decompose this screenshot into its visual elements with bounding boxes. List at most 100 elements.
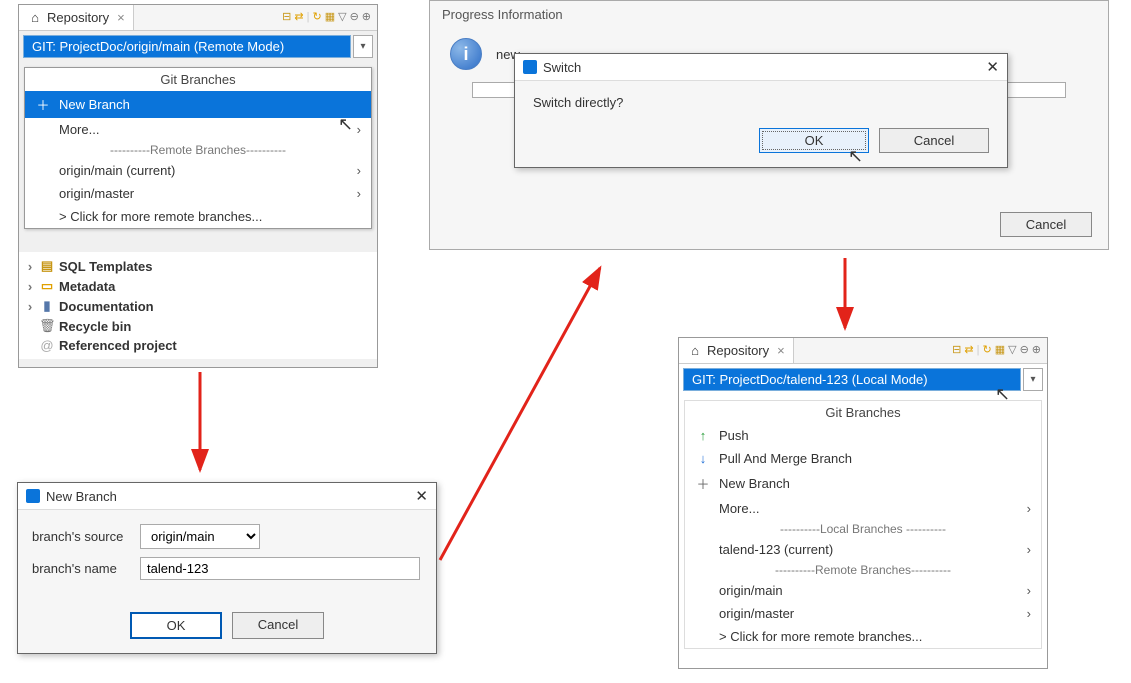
ok-button[interactable]: OK: [759, 128, 869, 153]
tab-label: Repository: [47, 10, 109, 25]
info-icon: i: [450, 38, 482, 70]
plus-icon: ＋: [695, 474, 711, 493]
collapse-icon[interactable]: ⊟: [952, 345, 961, 356]
close-icon[interactable]: ✕: [415, 487, 428, 505]
chevron-right-icon: ›: [357, 163, 361, 178]
branch-selector-row: GIT: ProjectDoc/origin/main (Remote Mode…: [19, 31, 377, 62]
menu-item-label: origin/master: [59, 186, 134, 201]
menu-item-label: More...: [719, 501, 759, 516]
dialog-title: Switch: [543, 60, 581, 75]
repository-panel-1: ⌂ Repository × ⊟ ⇄ | ↻ ▦ ▽ ⊖ ⊕ GIT: Proj…: [18, 4, 378, 368]
menu-item-label: > Click for more remote branches...: [719, 629, 922, 644]
menu-title: Git Branches: [685, 401, 1041, 424]
minimize-icon[interactable]: ⊖: [350, 12, 359, 23]
menu-remote-origin-main[interactable]: origin/main (current) ›: [25, 159, 371, 182]
list-icon[interactable]: ▦: [995, 345, 1005, 356]
git-branches-menu: Git Branches ↑ Push ↓ Pull And Merge Bra…: [684, 400, 1042, 649]
menu-more-remote[interactable]: > Click for more remote branches...: [25, 205, 371, 228]
branch-name-input[interactable]: [140, 557, 420, 580]
expander-icon[interactable]: ›: [25, 299, 35, 314]
repository-tree: ›▤SQL Templates ›▭Metadata ›▮Documentati…: [19, 252, 377, 359]
new-branch-dialog: New Branch ✕ branch's source origin/main…: [17, 482, 437, 654]
menu-remote-origin-main[interactable]: origin/main ›: [685, 579, 1041, 602]
menu-item-label: Push: [719, 428, 749, 443]
menu-new-branch[interactable]: ＋ New Branch: [685, 470, 1041, 497]
chevron-right-icon: ›: [1027, 542, 1031, 557]
menu-item-label: talend-123 (current): [719, 542, 833, 557]
menu-more-remote[interactable]: > Click for more remote branches...: [685, 625, 1041, 648]
cancel-button[interactable]: Cancel: [232, 612, 324, 639]
local-branches-header: ----------Local Branches ----------: [685, 520, 1041, 538]
chevron-right-icon: ›: [1027, 583, 1031, 598]
close-tab-icon[interactable]: ×: [777, 343, 785, 358]
sync-icon[interactable]: ⇄: [294, 12, 303, 23]
sync-icon[interactable]: ⇄: [964, 345, 973, 356]
minimize-icon[interactable]: ⊖: [1020, 345, 1029, 356]
repository-panel-2: ⌂ Repository × ⊟ ⇄ | ↻ ▦ ▽ ⊖ ⊕ GIT: Proj…: [678, 337, 1048, 669]
tab-label: Repository: [707, 343, 769, 358]
tree-documentation[interactable]: ›▮Documentation: [19, 296, 377, 316]
menu-item-label: > Click for more remote branches...: [59, 209, 262, 224]
menu-item-label: origin/master: [719, 606, 794, 621]
dropdown-toggle-button[interactable]: ▾: [353, 35, 373, 58]
down-arrow-icon: ↓: [695, 451, 711, 466]
name-label: branch's name: [32, 561, 132, 576]
tree-recycle-bin[interactable]: 🗑Recycle bin: [19, 316, 377, 336]
branch-selector[interactable]: GIT: ProjectDoc/origin/main (Remote Mode…: [23, 35, 351, 58]
tab-repository[interactable]: ⌂ Repository ×: [679, 338, 794, 363]
close-icon[interactable]: ✕: [986, 58, 999, 76]
chevron-down-icon: ▾: [1030, 374, 1035, 385]
progress-title: Progress Information: [430, 1, 1108, 28]
branch-selector[interactable]: GIT: ProjectDoc/talend-123 (Local Mode): [683, 368, 1021, 391]
menu-item-label: origin/main: [719, 583, 783, 598]
tree-metadata[interactable]: ›▭Metadata: [19, 276, 377, 296]
home-icon: ⌂: [27, 10, 43, 25]
tab-repository[interactable]: ⌂ Repository ×: [19, 5, 134, 30]
maximize-icon[interactable]: ⊕: [1032, 345, 1041, 356]
menu-more[interactable]: More... ›: [685, 497, 1041, 520]
view-menu-icon[interactable]: ▽: [1008, 345, 1016, 356]
list-icon[interactable]: ▦: [325, 12, 335, 23]
close-tab-icon[interactable]: ×: [117, 10, 125, 25]
source-label: branch's source: [32, 529, 132, 544]
collapse-icon[interactable]: ⊟: [282, 12, 291, 23]
source-select[interactable]: origin/main: [140, 524, 260, 549]
remote-branches-header: ----------Remote Branches----------: [685, 561, 1041, 579]
menu-remote-origin-master[interactable]: origin/master ›: [25, 182, 371, 205]
refresh-icon[interactable]: ↻: [312, 12, 321, 23]
chevron-right-icon: ›: [357, 122, 361, 137]
maximize-icon[interactable]: ⊕: [362, 12, 371, 23]
metadata-icon: ▭: [39, 278, 55, 294]
git-branches-menu: Git Branches ＋ New Branch More... › ----…: [24, 67, 372, 229]
menu-item-label: New Branch: [719, 476, 790, 491]
menu-push[interactable]: ↑ Push: [685, 424, 1041, 447]
menu-remote-origin-master[interactable]: origin/master ›: [685, 602, 1041, 625]
chevron-right-icon: ›: [357, 186, 361, 201]
menu-item-label: origin/main (current): [59, 163, 175, 178]
switch-dialog: Switch ✕ Switch directly? OK Cancel: [514, 53, 1008, 168]
menu-item-label: New Branch: [59, 97, 130, 112]
plus-icon: ＋: [35, 95, 51, 114]
progress-cancel-button[interactable]: Cancel: [1000, 212, 1092, 237]
chevron-right-icon: ›: [1027, 501, 1031, 516]
view-menu-icon[interactable]: ▽: [338, 12, 346, 23]
refresh-icon[interactable]: ↻: [982, 345, 991, 356]
menu-more[interactable]: More... ›: [25, 118, 371, 141]
file-icon: ▤: [39, 258, 55, 274]
menu-local-talend-123[interactable]: talend-123 (current) ›: [685, 538, 1041, 561]
tab-tools: ⊟ ⇄ | ↻ ▦ ▽ ⊖ ⊕: [282, 12, 377, 23]
remote-branches-header: ----------Remote Branches----------: [25, 141, 371, 159]
tree-referenced-project[interactable]: @Referenced project: [19, 336, 377, 355]
menu-new-branch[interactable]: ＋ New Branch: [25, 91, 371, 118]
dropdown-toggle-button[interactable]: ▾: [1023, 368, 1043, 391]
ok-button[interactable]: OK: [130, 612, 222, 639]
tree-sql-templates[interactable]: ›▤SQL Templates: [19, 256, 377, 276]
app-icon: [523, 60, 537, 74]
up-arrow-icon: ↑: [695, 428, 711, 443]
menu-pull-merge[interactable]: ↓ Pull And Merge Branch: [685, 447, 1041, 470]
cancel-button[interactable]: Cancel: [879, 128, 989, 153]
book-icon: ▮: [39, 298, 55, 314]
expander-icon[interactable]: ›: [25, 259, 35, 274]
home-icon: ⌂: [687, 343, 703, 358]
expander-icon[interactable]: ›: [25, 279, 35, 294]
